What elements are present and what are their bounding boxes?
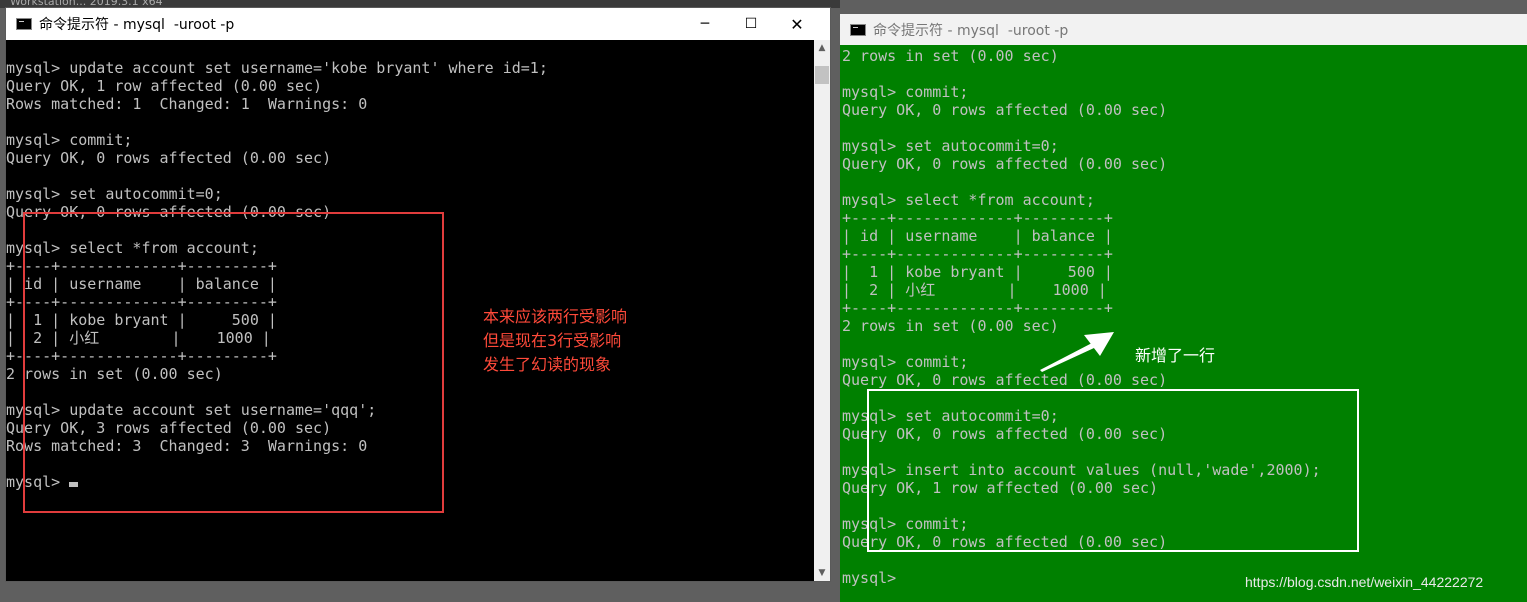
console-line: | id | username | balance | [842, 227, 1113, 245]
scroll-down-arrow-icon[interactable]: ▼ [814, 565, 830, 581]
left-scrollbar[interactable]: ▲ ▼ [814, 40, 830, 581]
scroll-thumb[interactable] [815, 66, 829, 84]
maximize-button[interactable]: ☐ [728, 8, 774, 40]
watermark: https://blog.csdn.net/weixin_44222272 [1245, 574, 1484, 590]
console-line: +----+-------------+---------+ [842, 299, 1113, 317]
console-line: Query OK, 1 row affected (0.00 sec) [6, 77, 323, 95]
red-highlight-box [23, 212, 444, 513]
console-line: +----+-------------+---------+ [842, 245, 1113, 263]
left-window-titlebar[interactable]: 命令提示符 - mysql -uroot -p ─ ☐ ✕ [6, 8, 830, 40]
console-line: Query OK, 0 rows affected (0.00 sec) [842, 155, 1168, 173]
console-line: | 1 | kobe bryant | 500 | [842, 263, 1113, 281]
white-annotation-note: 新增了一行 [1135, 346, 1216, 365]
white-highlight-box [867, 389, 1359, 552]
console-line: mysql> select *from account; [842, 191, 1095, 209]
console-line: +----+-------------+---------+ [842, 209, 1113, 227]
console-line: 2 rows in set (0.00 sec) [842, 47, 1059, 65]
console-line: mysql> commit; [6, 131, 133, 149]
cmd-icon [16, 18, 32, 30]
console-line: mysql> set autocommit=0; [842, 137, 1059, 155]
red-note-line: 但是现在3行受影响 [483, 331, 622, 350]
close-button[interactable]: ✕ [774, 8, 820, 40]
arrow-icon [1040, 332, 1114, 372]
console-line: Query OK, 0 rows affected (0.00 sec) [6, 149, 332, 167]
console-line: Query OK, 0 rows affected (0.00 sec) [842, 101, 1168, 119]
cmd-icon [850, 23, 866, 36]
console-line: mysql> set autocommit=0; [6, 185, 223, 203]
red-annotation-note: 本来应该两行受影响 但是现在3行受影响 发生了幻读的现象 [483, 305, 627, 377]
console-line: | 2 | 小红 | 1000 | [842, 281, 1107, 299]
console-line: Rows matched: 1 Changed: 1 Warnings: 0 [6, 95, 368, 113]
console-line: 2 rows in set (0.00 sec) [842, 317, 1059, 335]
console-line: Query OK, 0 rows affected (0.00 sec) [842, 371, 1168, 389]
red-note-line: 本来应该两行受影响 [483, 307, 628, 326]
console-line: mysql> commit; [842, 83, 969, 101]
left-window-title: 命令提示符 - mysql -uroot -p [39, 17, 235, 33]
scroll-up-arrow-icon[interactable]: ▲ [814, 40, 830, 56]
red-note-line: 发生了幻读的现象 [483, 355, 612, 374]
console-line: mysql> update account set username='kobe… [6, 59, 548, 77]
right-window-title: 命令提示符 - mysql -uroot -p [873, 22, 1069, 39]
right-window-titlebar[interactable]: 命令提示符 - mysql -uroot -p [840, 14, 1527, 45]
minimize-button[interactable]: ─ [682, 8, 728, 40]
